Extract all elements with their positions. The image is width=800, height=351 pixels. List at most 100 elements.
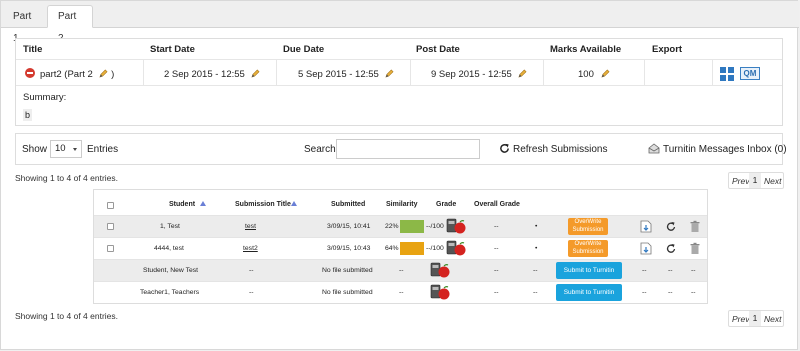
overwrite-submission-button[interactable]: OverWrite Submission xyxy=(568,218,608,235)
header-marks-available: Marks Available xyxy=(550,44,622,55)
overwrite-submission-button[interactable]: OverWrite Submission xyxy=(568,240,608,257)
pencil-icon[interactable] xyxy=(251,69,260,78)
submission-title-link[interactable]: test xyxy=(245,223,256,230)
grademark-icon[interactable] xyxy=(446,218,468,235)
similarity-score[interactable]: 64% xyxy=(385,245,399,252)
showing-entries-top: Showing 1 to 4 of 4 entries. xyxy=(15,173,119,183)
trash-icon[interactable] xyxy=(689,242,701,255)
pencil-icon[interactable] xyxy=(518,69,527,78)
tab-part-2[interactable]: Part 2 xyxy=(47,5,93,44)
page-number[interactable]: 1 xyxy=(749,311,761,326)
col-student[interactable]: Student xyxy=(169,201,207,208)
row-checkbox[interactable] xyxy=(107,223,114,230)
col-overall-grade[interactable]: Overall Grade xyxy=(474,201,520,208)
post-date-cell: 9 Sep 2015 - 12:55 xyxy=(431,69,527,80)
refresh-icon[interactable] xyxy=(665,242,677,255)
similarity-score[interactable]: 22% xyxy=(385,223,399,230)
search-label: Search: xyxy=(304,144,339,155)
refresh-icon[interactable] xyxy=(665,220,677,233)
qm-export-icon[interactable]: QM xyxy=(740,67,760,80)
trash-icon[interactable] xyxy=(689,220,701,233)
tail-value: -- xyxy=(642,267,647,274)
col-student-label: Student xyxy=(169,201,196,208)
due-date-value: 5 Sep 2015 - 12:55 xyxy=(298,69,379,80)
show-label: Show xyxy=(22,144,48,155)
cell-divider xyxy=(410,59,411,85)
col-submission-title-label: Submission Title xyxy=(235,201,291,208)
grademark-icon[interactable] xyxy=(430,262,452,279)
tab-bar: Part 1 Part 2 xyxy=(1,1,799,44)
table-row: 1, Test test 3/09/15, 10:41 22% --/100 -… xyxy=(94,215,707,237)
prev-link[interactable]: Prev xyxy=(732,314,749,324)
stop-icon[interactable] xyxy=(25,68,35,78)
caret-down-icon xyxy=(73,148,77,151)
start-date-value: 2 Sep 2015 - 12:55 xyxy=(164,69,245,80)
assignment-panel: Title Start Date Due Date Post Date Mark… xyxy=(15,38,783,126)
entries-label: Entries xyxy=(87,144,119,155)
header-post-date: Post Date xyxy=(416,44,460,55)
header-export: Export xyxy=(652,44,683,55)
col-submission-title[interactable]: Submission Title xyxy=(235,201,297,208)
prev-link[interactable]: Prev xyxy=(732,176,749,186)
table-row: Student, New Test -- No file submitted -… xyxy=(94,259,707,281)
grade-value: --/100 xyxy=(426,223,444,230)
pager-top: Prev 1 Next xyxy=(728,172,784,189)
submission-title-link[interactable]: test2 xyxy=(243,245,258,252)
tail-value: -- xyxy=(642,289,647,296)
pencil-icon[interactable] xyxy=(600,69,610,78)
app-frame: Part 1 Part 2 Title Start Date Due Date … xyxy=(0,0,799,350)
next-link[interactable]: Next xyxy=(764,314,781,324)
controls-panel: Show 10 Entries Search: Refresh Submissi… xyxy=(15,133,787,165)
grademark-icon[interactable] xyxy=(446,240,468,257)
sort-asc-icon xyxy=(290,201,297,206)
inbox-label: Turnitin Messages Inbox (0) xyxy=(663,144,787,155)
status-dot: • xyxy=(535,245,538,252)
pencil-icon[interactable] xyxy=(99,69,108,78)
turnitin-inbox-link[interactable]: Turnitin Messages Inbox (0) xyxy=(648,143,787,155)
overall-grade: -- xyxy=(494,245,499,252)
entries-select[interactable]: 10 xyxy=(50,140,82,158)
student-name: Teacher1, Teachers xyxy=(140,289,200,296)
col-submitted[interactable]: Submitted xyxy=(331,201,365,208)
start-date-cell: 2 Sep 2015 - 12:55 xyxy=(164,69,260,80)
tab-part-1[interactable]: Part 1 xyxy=(2,5,47,44)
submit-to-turnitin-button[interactable]: Submit to Turnitin xyxy=(556,284,622,301)
cell-divider xyxy=(276,59,277,85)
similarity-score: -- xyxy=(399,289,404,296)
submit-to-turnitin-button[interactable]: Submit to Turnitin xyxy=(556,262,622,279)
row-checkbox[interactable] xyxy=(107,245,114,252)
marks-value: 100 xyxy=(578,69,594,80)
assignment-title-cell: part2 (Part 2 ) xyxy=(40,69,114,80)
pencil-icon[interactable] xyxy=(385,69,394,78)
status-dot: • xyxy=(535,223,538,230)
next-link[interactable]: Next xyxy=(764,176,781,186)
refresh-label: Refresh Submissions xyxy=(513,144,608,155)
summary-value: b xyxy=(23,109,33,121)
header-title: Title xyxy=(23,44,43,55)
student-name: 1, Test xyxy=(160,223,180,230)
overall-grade: -- xyxy=(494,223,499,230)
sort-asc-icon xyxy=(200,201,207,206)
col-grade[interactable]: Grade xyxy=(436,201,456,208)
similarity-bar[interactable] xyxy=(400,220,424,233)
col-similarity[interactable]: Similarity xyxy=(386,201,418,208)
page-number[interactable]: 1 xyxy=(749,173,761,188)
header-due-date: Due Date xyxy=(283,44,325,55)
grademark-icon[interactable] xyxy=(430,284,452,301)
similarity-bar[interactable] xyxy=(400,242,424,255)
refresh-icon xyxy=(500,143,509,153)
refresh-submissions-link[interactable]: Refresh Submissions xyxy=(499,143,607,155)
cell-divider xyxy=(712,59,713,85)
select-all-checkbox[interactable] xyxy=(107,202,114,209)
grade-value: --/100 xyxy=(426,245,444,252)
download-icon[interactable] xyxy=(640,220,652,233)
overall-grade: -- xyxy=(494,289,499,296)
search-input[interactable] xyxy=(336,139,480,159)
download-icon[interactable] xyxy=(640,242,652,255)
cell-divider xyxy=(644,59,645,85)
extra-value: -- xyxy=(533,289,538,296)
row-divider xyxy=(16,59,782,60)
grid-export-icon[interactable] xyxy=(720,67,734,81)
student-name: 4444, test xyxy=(154,245,184,252)
tail-value: -- xyxy=(691,289,696,296)
